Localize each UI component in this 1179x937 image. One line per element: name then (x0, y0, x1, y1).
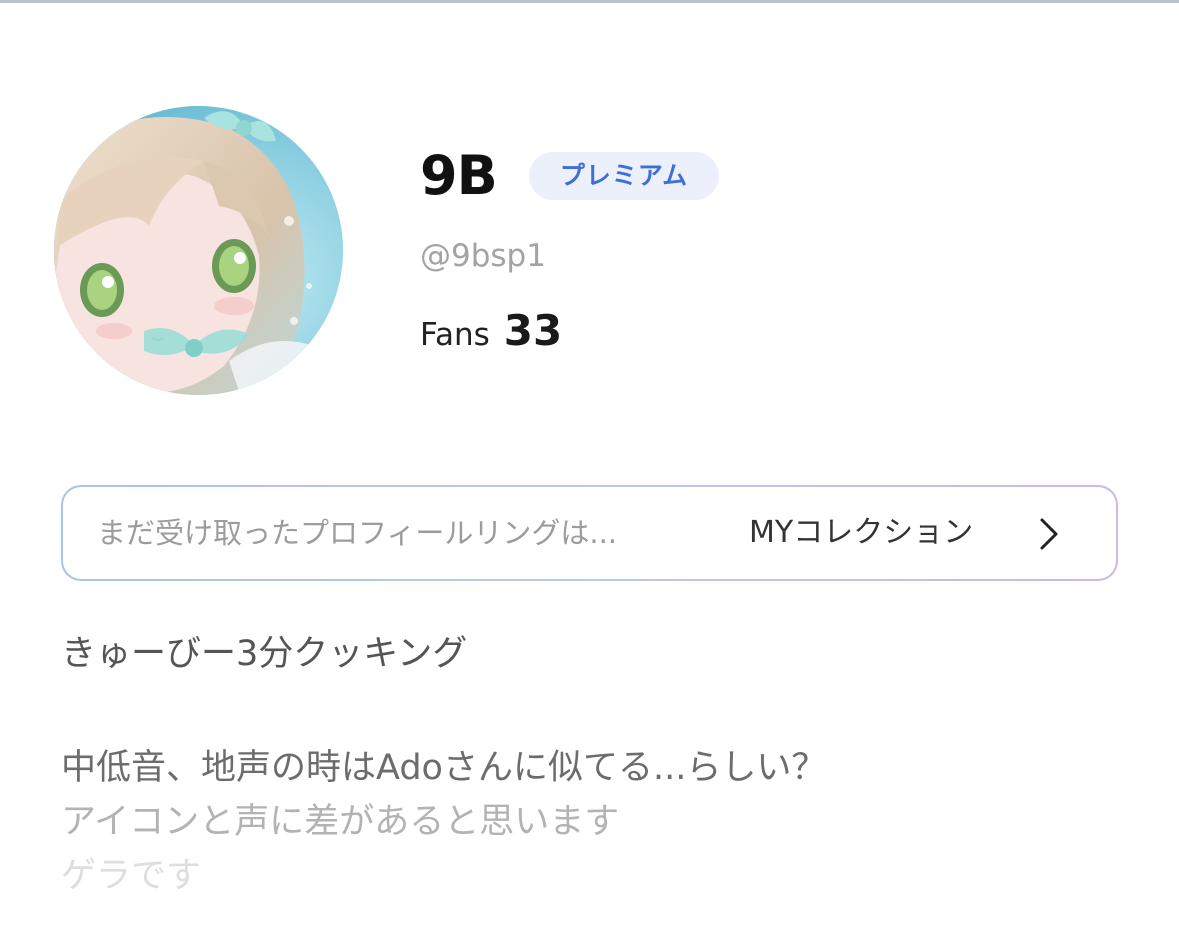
fans-count: 33 (503, 306, 563, 355)
fans-label: Fans (420, 317, 490, 353)
bio-line: アイコンと声に差があると思います (61, 802, 620, 842)
bio-line: 中低音、地声の時はAdoさんに似てる...らしい？ (61, 748, 827, 788)
my-collection-inner: まだ受け取ったプロフィールリングは... MYコレクション (63, 487, 1116, 579)
fans-stat[interactable]: Fans 33 (420, 306, 562, 360)
chevron-right-icon (1040, 518, 1058, 550)
bio-line: ゲラです (61, 856, 202, 896)
premium-badge: プレミアム (529, 152, 719, 200)
profile-page: 9B プレミアム @9bsp1 Fans 33 まだ受け取ったプロフィールリング… (0, 0, 1179, 937)
my-collection-button[interactable]: まだ受け取ったプロフィールリングは... MYコレクション (61, 485, 1118, 581)
profile-name: 9B (420, 144, 498, 207)
profile-handle: @9bsp1 (420, 238, 546, 274)
avatar-illustration-icon (54, 106, 343, 395)
avatar[interactable] (54, 106, 343, 395)
bio-title: きゅーびー3分クッキング (61, 634, 468, 674)
collection-message: まだ受け取ったプロフィールリングは... (97, 516, 618, 550)
my-collection-label: MYコレクション (749, 515, 974, 550)
